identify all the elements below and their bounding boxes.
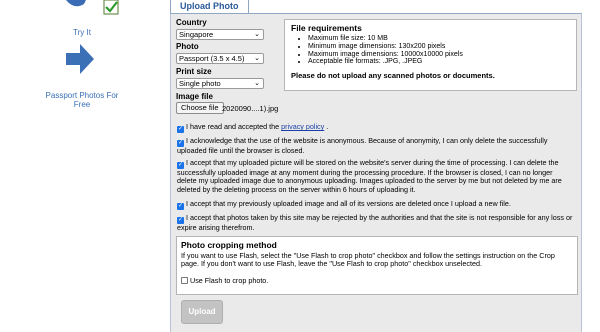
try-it-link[interactable]: Try It	[62, 28, 102, 37]
agreement-privacy: ✓ I have read and accepted the privacy po…	[177, 122, 573, 133]
agreement-rejection: ✓ I accept that photos taken by this site…	[177, 213, 573, 232]
crop-method-text: If you want to use Flash, select the "Us…	[181, 251, 555, 269]
upload-button[interactable]: Upload	[181, 300, 223, 324]
privacy-policy-link[interactable]: privacy policy	[281, 122, 324, 131]
file-requirements-box: File requirements Maximum file size: 10 …	[284, 19, 577, 91]
privacy-checkbox[interactable]: ✓	[177, 126, 184, 133]
requirement-item: Maximum image dimensions: 10000x10000 pi…	[308, 51, 570, 59]
requirement-item: Maximum file size: 10 MB	[308, 35, 570, 43]
agreement-text-after: .	[324, 122, 329, 131]
use-flash-option: Use Flash to crop photo.	[181, 276, 573, 285]
checkmark-badge-icon	[66, 0, 119, 15]
country-label: Country	[176, 18, 207, 27]
tab-upload-photo[interactable]: Upload Photo	[170, 0, 249, 14]
file-requirements-list: Maximum file size: 10 MB Minimum image d…	[291, 35, 570, 66]
arrow-right-icon	[66, 44, 94, 74]
photo-select[interactable]: Passport (3.5 x 4.5) ⌄	[176, 53, 264, 64]
image-file-label: Image file	[176, 92, 213, 101]
agreement-text: I have read and accepted the	[186, 122, 282, 131]
photo-select-value: Passport (3.5 x 4.5)	[179, 54, 245, 63]
agreement-anonymous: ✓ I acknowledge that the use of the websi…	[177, 136, 573, 155]
use-flash-label: Use Flash to crop photo.	[190, 275, 269, 285]
upload-panel: Country Singapore ⌄ Photo Passport (3.5 …	[170, 13, 582, 332]
requirement-item: Acceptable file formats: .JPG, .JPEG	[308, 58, 570, 66]
promo-column: Try It Passport Photos For Free	[0, 0, 165, 332]
agreement-text: I accept that my previously uploaded ima…	[186, 199, 511, 208]
chevron-down-icon: ⌄	[254, 31, 260, 38]
photo-cropping-box: Photo cropping method If you want to use…	[176, 236, 578, 295]
choose-file-button[interactable]: Choose file	[176, 102, 224, 114]
country-select[interactable]: Singapore ⌄	[176, 29, 264, 40]
chevron-down-icon: ⌄	[254, 80, 260, 87]
selected-file-name: 2020090....1).jpg	[222, 104, 279, 113]
chevron-down-icon: ⌄	[254, 55, 260, 62]
passport-photos-link[interactable]: Passport Photos For Free	[40, 91, 124, 109]
print-size-select[interactable]: Single photo ⌄	[176, 78, 264, 89]
crop-method-title: Photo cropping method	[181, 240, 277, 250]
requirement-item: Minimum image dimensions: 130x200 pixels	[308, 43, 570, 51]
scanned-photos-note: Please do not upload any scanned photos …	[291, 71, 495, 81]
photo-label: Photo	[176, 42, 199, 51]
file-requirements-title: File requirements	[291, 23, 362, 33]
agreement-versions: ✓ I accept that my previously uploaded im…	[177, 199, 573, 210]
print-size-select-value: Single photo	[179, 79, 221, 88]
versions-checkbox[interactable]: ✓	[177, 203, 184, 210]
agreement-text: I acknowledge that the use of the websit…	[177, 136, 548, 155]
agreement-text: I accept that photos taken by this site …	[177, 213, 573, 232]
agreement-storage: ✓ I accept that my uploaded picture will …	[177, 158, 573, 194]
country-select-value: Singapore	[179, 30, 214, 39]
print-size-label: Print size	[176, 67, 212, 76]
use-flash-checkbox[interactable]	[181, 276, 188, 284]
agreement-text: I accept that my uploaded picture will b…	[177, 158, 562, 194]
